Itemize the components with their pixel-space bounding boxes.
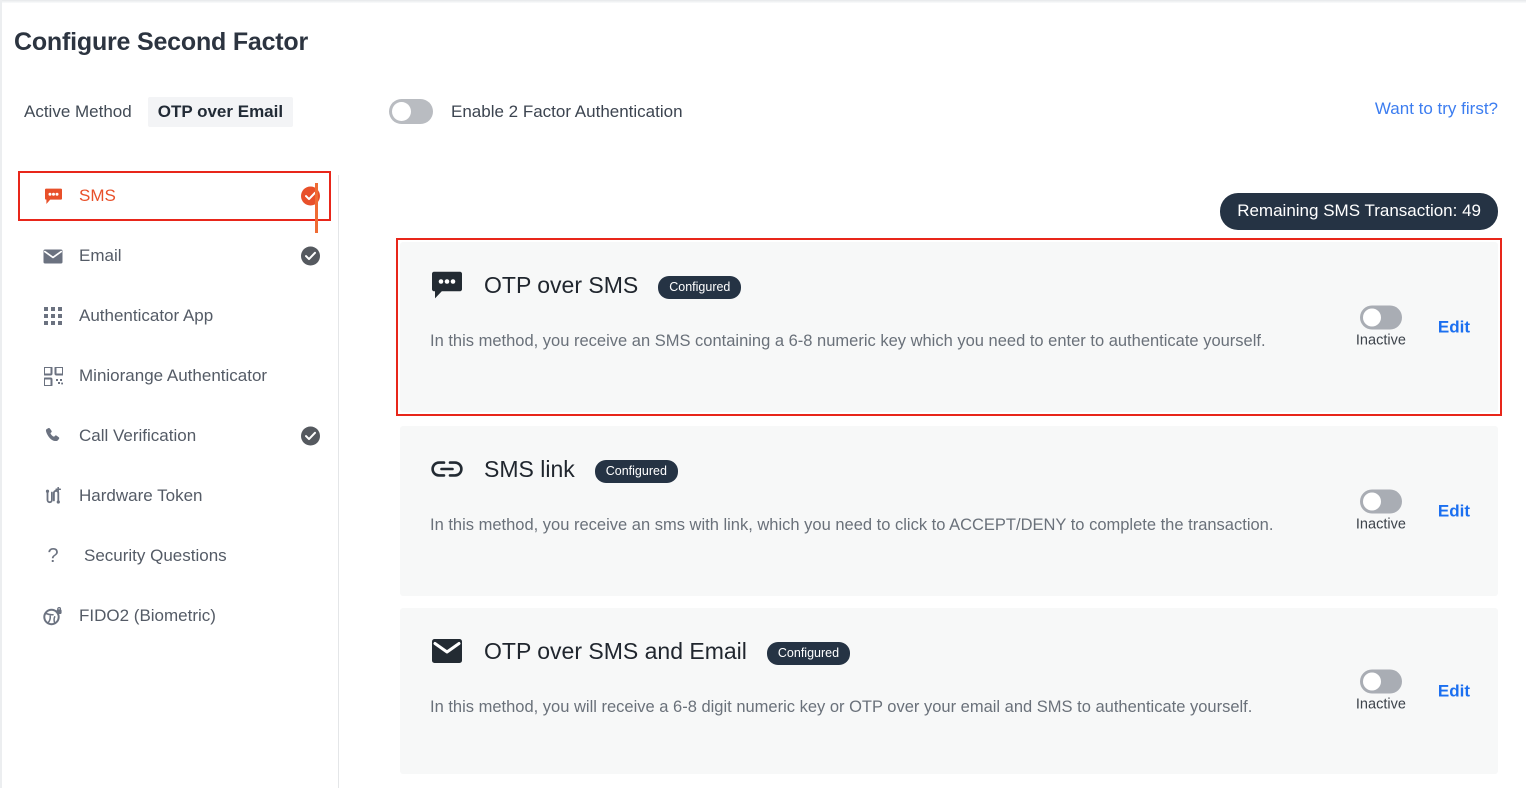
sidebar-item-miniorange-authenticator[interactable]: Miniorange Authenticator (22, 355, 338, 397)
status-badge: Configured (658, 275, 742, 299)
sidebar-item-security-questions[interactable]: ? Security Questions (22, 535, 338, 577)
card-title: OTP over SMS (484, 271, 639, 298)
card-description: In this method, you receive an SMS conta… (430, 332, 1266, 350)
card-toggle-group: Inactive (1355, 305, 1406, 349)
sidebar-item-label: Email (79, 246, 122, 265)
card-header: SMS link Configured (430, 452, 678, 486)
method-toggle[interactable] (1359, 669, 1402, 694)
card-header: OTP over SMS Configured (430, 268, 742, 302)
page-title: Configure Second Factor (14, 28, 309, 56)
card-header: OTP over SMS and Email Configured (430, 634, 851, 668)
toggle-knob (392, 102, 411, 121)
card-toggle-group: Inactive (1355, 669, 1406, 713)
qr-code-icon (40, 366, 66, 386)
method-toggle[interactable] (1359, 305, 1402, 330)
envelope-icon (40, 249, 66, 264)
card-description: In this method, you will receive a 6-8 d… (430, 698, 1253, 716)
sidebar-item-label: Call Verification (79, 426, 197, 445)
status-badge: Configured (594, 459, 678, 483)
card-title: OTP over SMS and Email (484, 637, 747, 664)
toggle-knob (1362, 492, 1381, 511)
card-toggle-group: Inactive (1355, 489, 1406, 533)
sidebar-item-hardware-token[interactable]: Hardware Token (22, 475, 338, 517)
status-badge: Configured (766, 641, 851, 665)
active-method-row: Active Method OTP over Email (24, 97, 294, 127)
sidebar-item-fido2-biometric[interactable]: FIDO2 (Biometric) (22, 595, 338, 637)
active-method-value: OTP over Email (147, 97, 294, 127)
sidebar-item-sms[interactable]: SMS (18, 171, 338, 221)
fingerprint-key-icon (40, 606, 66, 626)
sidebar-item-label: Miniorange Authenticator (79, 366, 268, 385)
enable-2fa-label: Enable 2 Factor Authentication (451, 101, 683, 121)
sidebar-item-label: SMS (79, 186, 116, 205)
toggle-state-label: Inactive (1355, 516, 1406, 533)
toggle-knob (1362, 672, 1381, 691)
grid-dots-icon (40, 307, 66, 325)
enable-2fa-toggle[interactable] (389, 99, 433, 124)
card-actions: Inactive Edit (1355, 305, 1470, 349)
toggle-state-label: Inactive (1355, 696, 1406, 713)
method-toggle[interactable] (1359, 489, 1402, 514)
sidebar-item-label: Security Questions (84, 546, 227, 565)
sidebar-item-call-verification[interactable]: Call Verification (22, 415, 338, 457)
check-icon (301, 246, 320, 266)
sms-bubble-icon (40, 188, 66, 205)
method-sidebar: SMS Email Authenticator App Miniorange A… (18, 171, 339, 788)
question-mark-icon: ? (40, 545, 66, 567)
card-actions: Inactive Edit (1355, 489, 1470, 533)
svg-text:?: ? (47, 545, 58, 567)
remaining-sms-transaction-badge: Remaining SMS Transaction: 49 (1220, 193, 1498, 230)
method-card-sms-link[interactable]: SMS link Configured In this method, you … (400, 426, 1498, 596)
method-card-otp-over-sms-and-email[interactable]: OTP over SMS and Email Configured In thi… (400, 608, 1498, 774)
sidebar-item-email[interactable]: Email (22, 235, 338, 277)
card-actions: Inactive Edit (1355, 669, 1470, 713)
link-icon (430, 452, 464, 486)
active-method-label: Active Method (24, 102, 132, 121)
enable-2fa-row: Enable 2 Factor Authentication (389, 99, 683, 124)
toggle-knob (1362, 308, 1381, 327)
envelope-icon (430, 634, 464, 668)
sidebar-item-label: Authenticator App (79, 306, 214, 325)
window-left-edge (0, 0, 2, 788)
edit-button[interactable]: Edit (1438, 681, 1470, 701)
edit-button[interactable]: Edit (1438, 501, 1470, 521)
phone-icon (40, 427, 66, 445)
card-title: SMS link (484, 455, 575, 482)
hardware-token-icon (40, 486, 66, 506)
sidebar-active-accent-bar (315, 183, 318, 233)
check-icon (301, 426, 320, 446)
sidebar-item-label: FIDO2 (Biometric) (79, 606, 216, 625)
card-description: In this method, you receive an sms with … (430, 516, 1274, 534)
window-top-edge (0, 0, 1526, 3)
want-to-try-first-link[interactable]: Want to try first? (1375, 99, 1498, 119)
toggle-state-label: Inactive (1355, 332, 1406, 349)
sidebar-item-label: Hardware Token (79, 486, 203, 505)
edit-button[interactable]: Edit (1438, 317, 1470, 337)
configure-second-factor-page: Configure Second Factor Active Method OT… (0, 0, 1526, 788)
sms-bubble-icon (430, 268, 464, 302)
sidebar-item-authenticator-app[interactable]: Authenticator App (22, 295, 338, 337)
method-card-otp-over-sms[interactable]: OTP over SMS Configured In this method, … (400, 242, 1498, 412)
